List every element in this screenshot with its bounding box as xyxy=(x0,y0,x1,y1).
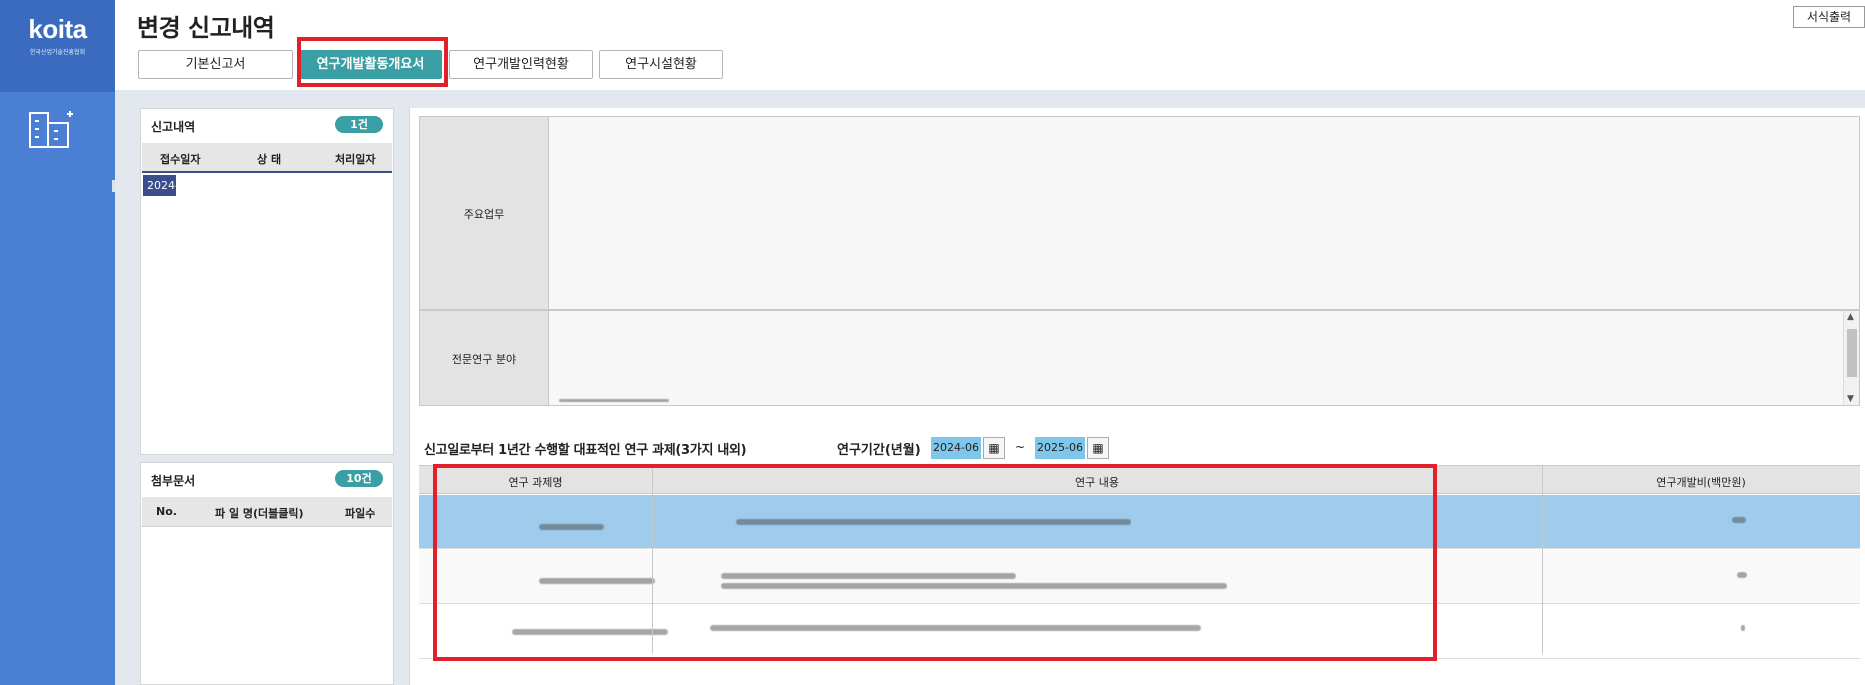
report-table-header: 접수일자 상 태 처리일자 xyxy=(142,143,392,173)
main-business-field[interactable] xyxy=(549,117,1859,309)
research-field-text-blurred xyxy=(559,399,669,402)
rd-cost-blurred xyxy=(1741,625,1745,631)
col-status: 상 태 xyxy=(257,153,282,166)
tab-research-facilities[interactable]: 연구시설현황 xyxy=(599,50,723,79)
col-file-count: 파일수 xyxy=(345,507,376,520)
projects-highlight-box xyxy=(433,464,1437,661)
col-receipt-date: 접수일자 xyxy=(160,153,201,166)
period-separator: ~ xyxy=(1015,440,1026,454)
attachments-table-header: No. 파 일 명(더블클릭) 파일수 xyxy=(142,497,392,527)
attachments-panel: 첨부문서 10건 No. 파 일 명(더블클릭) 파일수 xyxy=(140,462,394,685)
attachments-panel-title: 첨부문서 xyxy=(151,474,196,488)
col-processed-date: 처리일자 xyxy=(335,153,376,166)
scroll-up-icon[interactable]: ▲ xyxy=(1847,312,1854,322)
research-field-label: 전문연구 분야 xyxy=(451,353,517,366)
tab-basic-report[interactable]: 기본신고서 xyxy=(138,50,293,79)
left-sidebar: koita 한국산업기술진흥협회 xyxy=(0,0,115,685)
print-form-button[interactable]: 서식출력 xyxy=(1793,6,1865,28)
col-filename: 파 일 명(더블클릭) xyxy=(215,507,304,520)
page-title: 변경 신고내역 xyxy=(137,14,275,42)
period-start-input[interactable]: 2024-06 xyxy=(931,437,981,459)
report-row-selected[interactable]: 2024- xyxy=(143,175,176,196)
logo-subtext: 한국산업기술진흥협회 xyxy=(29,49,86,56)
report-panel-title: 신고내역 xyxy=(151,120,196,134)
scroll-thumb[interactable] xyxy=(1847,329,1857,377)
report-count-badge: 1건 xyxy=(335,116,383,133)
research-section-title: 신고일로부터 1년간 수행할 대표적인 연구 과제(3가지 내외) xyxy=(424,443,747,458)
col-no: No. xyxy=(156,505,177,518)
tab-rd-personnel[interactable]: 연구개발인력현황 xyxy=(449,50,593,79)
period-end-input[interactable]: 2025-06 xyxy=(1035,437,1085,459)
research-field-label-cell: 전문연구 분야 xyxy=(420,311,549,405)
rd-cost-blurred xyxy=(1732,517,1746,523)
attachments-count-badge: 10건 xyxy=(335,470,383,487)
logo-text: koita xyxy=(28,14,87,44)
main-business-label: 주요업무 xyxy=(463,208,505,221)
calendar-end-icon[interactable]: ▦ xyxy=(1087,437,1109,459)
info-table: 주요업무 전문연구 분야 ▲ ▼ xyxy=(419,116,1860,406)
sidebar-toggle-handle[interactable] xyxy=(112,180,115,192)
col-rd-cost: 연구개발비(백만원) xyxy=(1656,476,1746,489)
grid-divider xyxy=(1542,466,1543,654)
research-period-label: 연구기간(년월) xyxy=(837,443,921,458)
calendar-start-icon[interactable]: ▦ xyxy=(983,437,1005,459)
koita-logo[interactable]: koita 한국산업기술진흥협회 xyxy=(0,0,115,92)
rd-cost-blurred xyxy=(1737,572,1747,578)
main-business-label-cell: 주요업무 xyxy=(420,117,549,309)
scroll-down-icon[interactable]: ▼ xyxy=(1847,394,1854,404)
research-field-scrollbar[interactable]: ▲ ▼ xyxy=(1843,311,1859,405)
report-history-panel: 신고내역 1건 접수일자 상 태 처리일자 2024- xyxy=(140,108,394,455)
tab-highlight-box xyxy=(297,37,448,87)
research-field-field[interactable]: ▲ ▼ xyxy=(549,311,1859,405)
building-icon[interactable] xyxy=(26,105,76,149)
